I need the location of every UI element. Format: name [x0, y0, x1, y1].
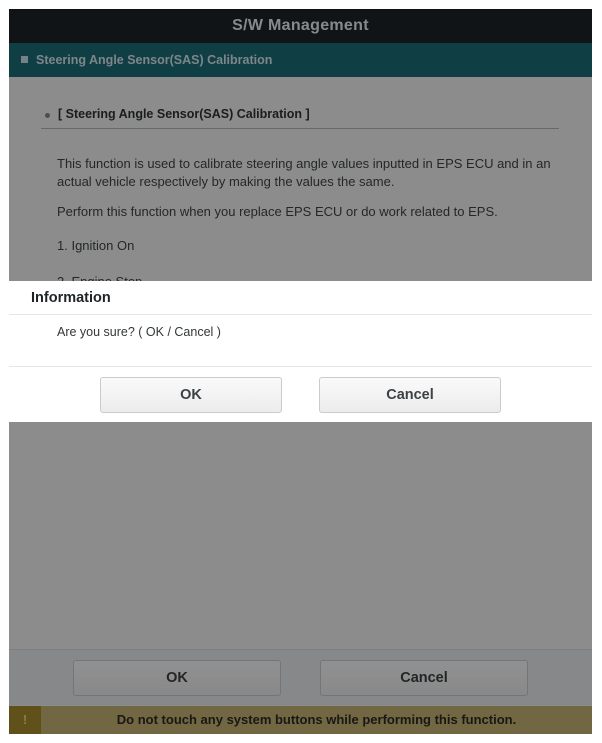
dialog-divider — [9, 314, 592, 315]
dialog-ok-button[interactable]: OK — [100, 377, 282, 413]
app-window: S/W Management Steering Angle Sensor(SAS… — [9, 9, 592, 734]
confirm-dialog: Information Are you sure? ( OK / Cancel … — [9, 281, 592, 422]
dialog-cancel-button[interactable]: Cancel — [319, 377, 501, 413]
dialog-title: Information — [31, 290, 111, 306]
dialog-message: Are you sure? ( OK / Cancel ) — [57, 325, 221, 339]
dialog-divider — [9, 366, 592, 367]
